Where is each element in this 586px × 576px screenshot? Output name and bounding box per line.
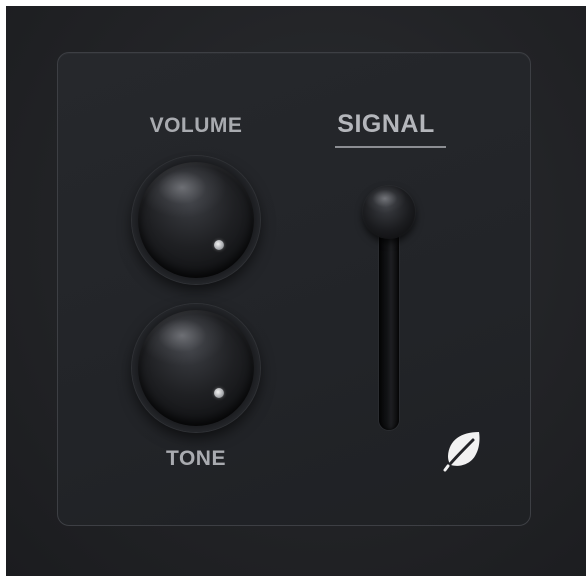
tone-knob-indicator	[214, 388, 224, 398]
tone-knob-cap	[138, 310, 254, 426]
tone-knob[interactable]	[132, 304, 260, 432]
leaf-icon	[443, 432, 480, 472]
volume-knob-cap	[138, 162, 254, 278]
signal-underline	[335, 146, 446, 148]
tone-label: TONE	[166, 447, 226, 470]
volume-knob-indicator	[214, 240, 224, 250]
volume-knob[interactable]	[132, 156, 260, 284]
signal-slider-handle[interactable]	[363, 186, 415, 238]
plugin-window: VOLUME TONE SIGNAL	[6, 6, 586, 576]
volume-label: VOLUME	[149, 114, 243, 137]
signal-label: SIGNAL	[337, 110, 435, 138]
